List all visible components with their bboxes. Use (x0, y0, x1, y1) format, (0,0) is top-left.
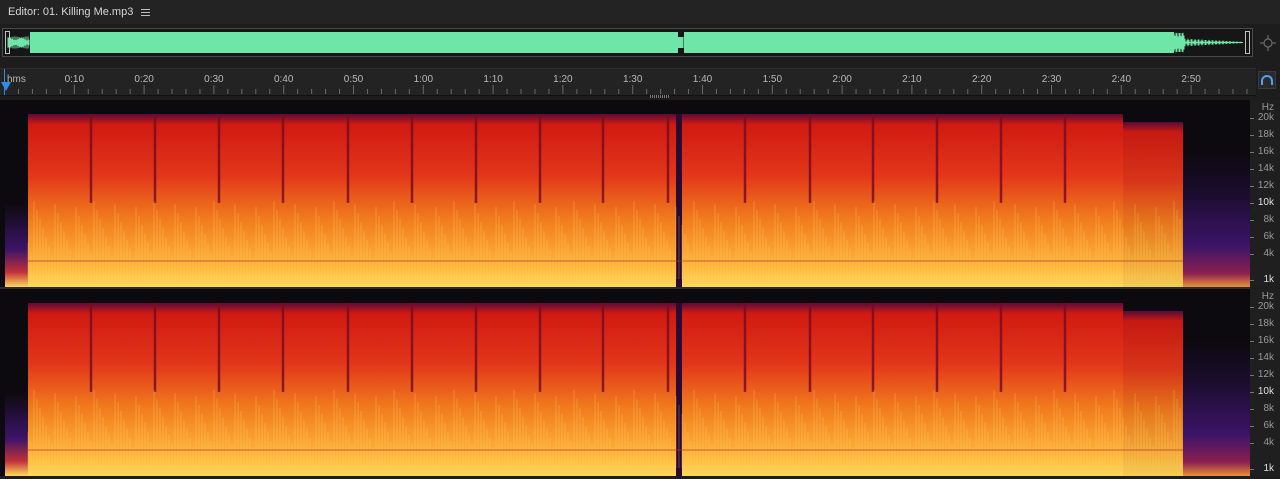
zoom-navigator-icon[interactable] (1259, 34, 1277, 52)
time-tick-label: 2:30 (1042, 74, 1062, 85)
freq-tick (1250, 307, 1254, 308)
overview-left-handle[interactable] (5, 31, 10, 54)
time-tick-label: 1:40 (693, 74, 713, 85)
editor-title: Editor: 01. Killing Me.mp3 (8, 6, 134, 18)
spectrogram-right (0, 289, 1250, 476)
freq-label: 6k (1263, 420, 1274, 432)
time-tick-label: 2:10 (902, 74, 922, 85)
freq-tick (1250, 324, 1254, 326)
freq-tick (1250, 341, 1254, 343)
time-tick-label: 0:40 (274, 74, 294, 85)
freq-tick (1250, 118, 1254, 119)
overview-waveform (3, 29, 1252, 56)
freq-label: 4k (1263, 248, 1274, 260)
time-tick-label: 2:50 (1181, 74, 1201, 85)
panel-resize-grip[interactable] (650, 95, 670, 98)
freq-tick (1250, 280, 1254, 281)
playhead-marker[interactable] (1, 82, 11, 91)
time-tick-label: 2:00 (832, 74, 852, 85)
freq-label: 1k (1263, 463, 1274, 474)
time-tick-label: 1:20 (553, 74, 573, 85)
time-tick-label: 0:10 (65, 74, 85, 85)
freq-label: 14k (1257, 163, 1274, 175)
time-tick-label: 1:00 (414, 74, 434, 85)
freq-label: 12k (1257, 180, 1274, 192)
freq-label: 10k (1257, 386, 1274, 398)
freq-label: 8k (1263, 214, 1274, 226)
freq-label: 12k (1257, 369, 1274, 381)
time-tick-label: 0:20 (134, 74, 154, 85)
time-tick-label: 0:50 (344, 74, 364, 85)
freq-tick (1250, 392, 1254, 394)
magnet-snap-icon[interactable] (1258, 71, 1276, 89)
freq-tick (1250, 469, 1254, 470)
spectrogram-left (0, 100, 1250, 287)
hamburger-menu-icon[interactable] (141, 8, 151, 16)
freq-tick (1250, 186, 1254, 188)
freq-label: 4k (1263, 437, 1274, 449)
freq-label: 14k (1257, 352, 1274, 364)
freq-label: 10k (1257, 197, 1274, 209)
freq-tick (1250, 237, 1254, 239)
freq-label: 16k (1257, 335, 1274, 347)
freq-tick (1250, 169, 1254, 171)
freq-label: 18k (1257, 318, 1274, 330)
freq-tick (1250, 254, 1254, 256)
time-tick-label: 2:20 (972, 74, 992, 85)
freq-tick (1250, 220, 1254, 222)
spectral-channel-right[interactable] (0, 289, 1250, 476)
freq-tick (1250, 375, 1254, 377)
overview-right-handle[interactable] (1245, 31, 1250, 54)
time-tick-label: 1:50 (763, 74, 783, 85)
freq-tick (1250, 443, 1254, 445)
freq-label: 18k (1257, 129, 1274, 141)
frequency-scale-right[interactable]: Hz 20k 18k 16k 14k 12k 10k 8k 6k 4k 1k (1250, 289, 1280, 476)
freq-label: 1k (1263, 274, 1274, 285)
freq-tick (1250, 426, 1254, 428)
freq-label: 20k (1257, 301, 1274, 312)
freq-tick (1250, 203, 1254, 205)
frequency-scale-left[interactable]: Hz 20k 18k 16k 14k 12k 10k 8k 6k 4k 1k (1250, 100, 1280, 287)
time-tick-label: 1:10 (483, 74, 503, 85)
freq-label: 20k (1257, 112, 1274, 123)
freq-tick (1250, 409, 1254, 411)
freq-label: 16k (1257, 146, 1274, 158)
freq-tick (1250, 152, 1254, 154)
time-ruler-ticks: hms 0:10 0:20 0:30 0:40 0:50 1:00 1:10 1:20 1:30 1… (4, 69, 1248, 95)
time-tick-label: 0:30 (204, 74, 224, 85)
freq-label: 8k (1263, 403, 1274, 415)
time-tick-label: 2:40 (1112, 74, 1132, 85)
editor-titlebar: Editor: 01. Killing Me.mp3 (0, 0, 1280, 24)
freq-tick (1250, 135, 1254, 137)
freq-label: 6k (1263, 231, 1274, 243)
spectral-channel-left[interactable] (0, 100, 1250, 287)
waveform-overview[interactable] (2, 28, 1253, 57)
freq-tick (1250, 358, 1254, 360)
time-ruler[interactable]: hms 0:10 0:20 0:30 0:40 0:50 1:00 1:10 1:20 1:30 1… (0, 68, 1256, 96)
time-tick-label: 1:30 (623, 74, 643, 85)
